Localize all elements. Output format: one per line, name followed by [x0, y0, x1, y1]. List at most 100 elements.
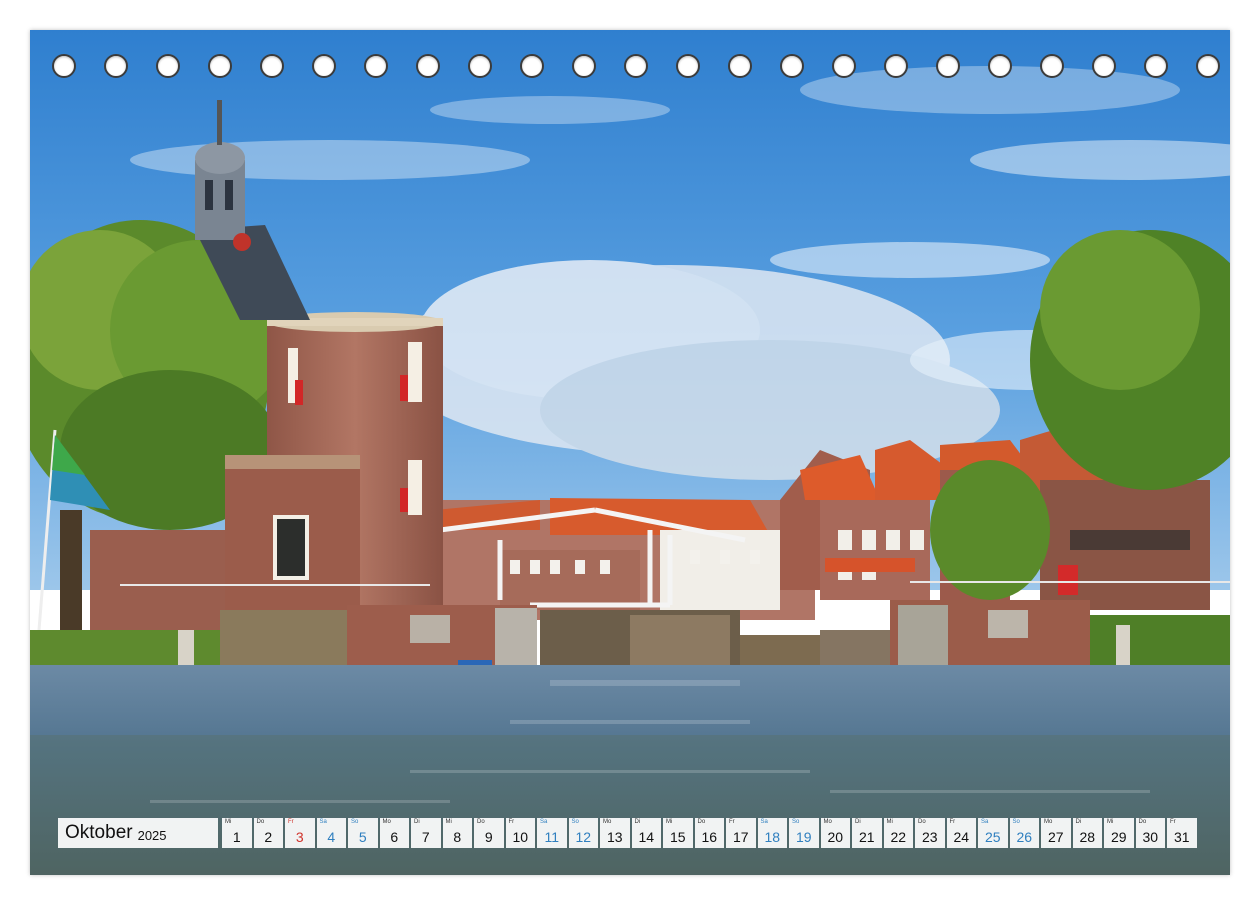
weekday-label: Di — [414, 819, 420, 825]
day-cell: Mi 1 — [222, 818, 252, 848]
day-cell: Sa 25 — [978, 818, 1008, 848]
weekday-label: Sa — [981, 819, 989, 825]
day-cell: Mo 6 — [379, 818, 409, 848]
day-number: 24 — [953, 829, 970, 845]
binding-hole — [520, 54, 544, 78]
day-number: 25 — [984, 829, 1001, 845]
weekday-label: Sa — [760, 819, 768, 825]
binding-hole — [52, 54, 76, 78]
day-cell: Do 23 — [915, 818, 945, 848]
binding-hole — [676, 54, 700, 78]
day-cell: Mi 8 — [442, 818, 472, 848]
weekday-label: Di — [634, 819, 641, 825]
weekday-label: So — [792, 819, 800, 825]
day-cell: Fr 3 — [285, 818, 315, 848]
binding-hole — [104, 54, 128, 78]
binding-hole — [260, 54, 284, 78]
weekday-label: Do — [1138, 819, 1147, 825]
binding-hole — [884, 54, 908, 78]
weekday-label: Sa — [319, 819, 327, 825]
day-number: 7 — [421, 829, 430, 845]
day-number: 2 — [264, 829, 273, 845]
day-number: 8 — [453, 829, 462, 845]
binding-hole — [728, 54, 752, 78]
weekday-label: Di — [1075, 819, 1082, 825]
binding-hole — [1144, 54, 1168, 78]
calendar-photo — [30, 30, 1230, 875]
day-number: 31 — [1173, 829, 1190, 845]
day-number: 14 — [638, 829, 655, 845]
day-cell: Di 7 — [411, 818, 441, 848]
day-number: 3 — [295, 829, 304, 845]
day-number: 18 — [764, 829, 781, 845]
weekday-label: Fr — [1170, 819, 1176, 825]
weekday-label: Do — [697, 819, 706, 825]
day-cell: Do 16 — [694, 818, 724, 848]
day-number: 1 — [232, 829, 241, 845]
binding-hole — [156, 54, 180, 78]
weekday-label: So — [571, 819, 579, 825]
day-cell: So 19 — [789, 818, 819, 848]
day-cell: Do 9 — [474, 818, 504, 848]
day-cell: Di 21 — [852, 818, 882, 848]
day-number: 26 — [1016, 829, 1033, 845]
day-cell: Do 2 — [253, 818, 283, 848]
weekday-label: Di — [855, 819, 861, 825]
day-cell: Mi 29 — [1104, 818, 1134, 848]
weekday-label: Fr — [288, 819, 294, 825]
day-cell: Fr 17 — [726, 818, 756, 848]
weekday-label: So — [351, 819, 359, 825]
day-number: 30 — [1142, 829, 1159, 845]
year-label: 2025 — [137, 827, 167, 843]
day-number: 21 — [858, 829, 875, 845]
day-number: 19 — [795, 829, 812, 845]
weekday-label: Mi — [445, 819, 452, 825]
day-number: 29 — [1110, 829, 1127, 845]
day-number: 27 — [1047, 829, 1064, 845]
weekday-label: Sa — [540, 819, 548, 825]
day-cell: Mo 13 — [600, 818, 630, 848]
binding-holes — [30, 54, 1230, 80]
day-cell: Mi 15 — [663, 818, 693, 848]
weekday-label: Mi — [666, 819, 673, 825]
day-number: 15 — [669, 829, 686, 845]
day-number: 22 — [890, 829, 907, 845]
binding-hole — [624, 54, 648, 78]
weekday-label: Mo — [603, 819, 612, 825]
day-number: 4 — [327, 829, 336, 845]
day-cell: Di 14 — [631, 818, 661, 848]
day-cell: Fr 24 — [946, 818, 976, 848]
binding-hole — [364, 54, 388, 78]
day-number: 11 — [544, 829, 560, 845]
calendar-page: Oktober 2025 Mi 1 Do 2 Fr 3 Sa 4 So 5 Mo 6 Di 7 Mi 8 Do 9… — [0, 0, 1260, 905]
binding-hole — [468, 54, 492, 78]
weekday-label: Fr — [729, 819, 735, 825]
month-name: Oktober — [65, 822, 133, 843]
weekday-label: Mi — [1107, 819, 1114, 825]
weekday-label: Fr — [508, 819, 515, 825]
binding-hole — [780, 54, 804, 78]
day-number: 17 — [732, 829, 749, 845]
weekday-label: Do — [256, 819, 265, 825]
binding-hole — [416, 54, 440, 78]
weekday-label: Mo — [1044, 819, 1053, 825]
binding-hole — [936, 54, 960, 78]
weekday-label: Mo — [823, 819, 832, 825]
day-number: 6 — [390, 829, 399, 845]
day-cells: Mi 1 Do 2 Fr 3 Sa 4 So 5 Mo 6 Di 7 Mi 8 Do 9 Fr 10 Sa 11 So 12 M… — [220, 818, 1197, 848]
day-number: 9 — [484, 829, 493, 845]
day-cell: Di 28 — [1072, 818, 1102, 848]
day-cell: Sa 18 — [757, 818, 787, 848]
day-number: 16 — [701, 829, 718, 845]
lock-house — [225, 455, 360, 630]
binding-hole — [312, 54, 336, 78]
day-number: 12 — [575, 829, 592, 845]
day-cell: Fr 31 — [1167, 818, 1197, 848]
day-number: 5 — [358, 829, 367, 845]
day-cell: So 26 — [1009, 818, 1039, 848]
day-cell: So 5 — [348, 818, 378, 848]
day-cell: Sa 4 — [316, 818, 346, 848]
binding-hole — [572, 54, 596, 78]
weekday-label: Mo — [382, 819, 391, 825]
day-cell: Mo 27 — [1041, 818, 1071, 848]
